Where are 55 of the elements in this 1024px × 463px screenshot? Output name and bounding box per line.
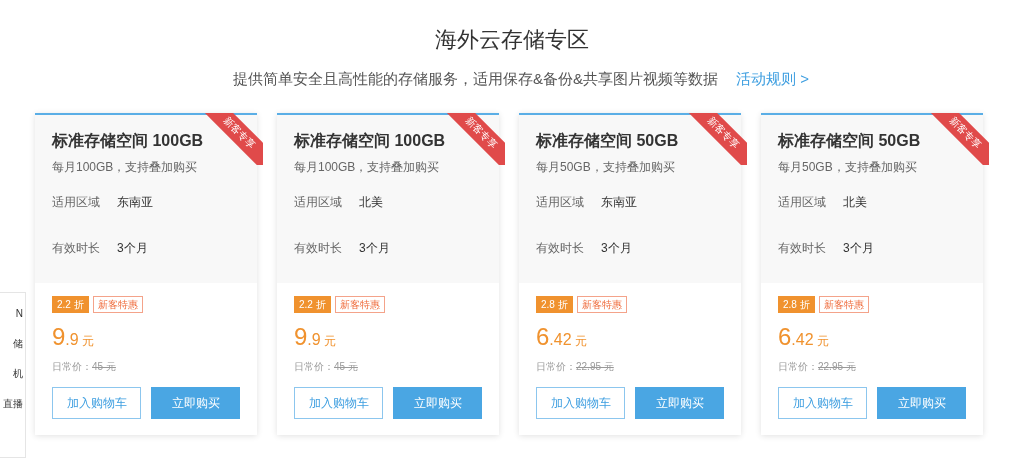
regular-price: 22.95 元 — [576, 359, 614, 374]
section-title: 海外云存储专区 — [435, 26, 589, 54]
regular-price-label: 日常价： — [778, 359, 818, 374]
spec-label: 有效时长 — [294, 239, 342, 256]
add-to-cart-button[interactable]: 加入购物车 — [294, 386, 383, 419]
section-subtitle: 提供简单安全且高性能的存储服务，适用保存&备份&共享图片视频等数据 — [233, 69, 719, 89]
price: 9.9 元 — [52, 322, 94, 352]
add-to-cart-button[interactable]: 加入购物车 — [536, 386, 625, 419]
price: 6.42 元 — [536, 322, 587, 352]
spec-label: 有效时长 — [52, 239, 100, 256]
product-description: 每月50GB，支持叠加购买 — [536, 158, 676, 176]
regular-price-label: 日常价： — [536, 359, 576, 374]
spec-label: 适用区域 — [778, 193, 826, 210]
spec-label: 适用区域 — [52, 193, 100, 210]
price: 9.9 元 — [294, 322, 336, 352]
buy-now-button[interactable]: 立即购买 — [393, 386, 482, 419]
promo-tag: 新客特惠 — [334, 295, 385, 313]
product-description: 每月50GB，支持叠加购买 — [778, 158, 918, 176]
spec-label: 有效时长 — [778, 239, 826, 256]
rules-link[interactable]: 活动规则 > — [736, 68, 809, 91]
buy-now-button[interactable]: 立即购买 — [635, 386, 724, 419]
product-description: 每月100GB，支持叠加购买 — [52, 158, 199, 176]
buy-now-button[interactable]: 立即购买 — [151, 386, 240, 419]
side-menu-item[interactable]: N — [15, 306, 23, 322]
product-description: 每月100GB，支持叠加购买 — [294, 158, 441, 176]
spec-value: 3个月 — [117, 239, 148, 256]
spec-value: 3个月 — [601, 239, 632, 256]
regular-price: 45 元 — [92, 359, 116, 374]
regular-price-label: 日常价： — [294, 359, 334, 374]
side-menu-item[interactable]: 机 — [13, 366, 23, 382]
side-menu-item[interactable]: 直播 — [3, 396, 23, 412]
spec-value: 东南亚 — [117, 193, 153, 210]
spec-value: 北美 — [359, 193, 383, 210]
price: 6.42 元 — [778, 322, 829, 352]
spec-label: 有效时长 — [536, 239, 584, 256]
promo-tag: 新客特惠 — [92, 295, 143, 313]
discount-badge: 2.8 折 — [778, 295, 815, 313]
spec-value: 3个月 — [843, 239, 874, 256]
regular-price: 22.95 元 — [818, 359, 856, 374]
side-menu-item[interactable]: 储 — [13, 336, 23, 352]
promo-tag: 新客特惠 — [576, 295, 627, 313]
spec-label: 适用区域 — [536, 193, 584, 210]
add-to-cart-button[interactable]: 加入购物车 — [52, 386, 141, 419]
spec-value: 北美 — [843, 193, 867, 210]
regular-price: 45 元 — [334, 359, 358, 374]
buy-now-button[interactable]: 立即购买 — [877, 386, 966, 419]
discount-badge: 2.8 折 — [536, 295, 573, 313]
discount-badge: 2.2 折 — [52, 295, 89, 313]
spec-label: 适用区域 — [294, 193, 342, 210]
spec-value: 东南亚 — [601, 193, 637, 210]
discount-badge: 2.2 折 — [294, 295, 331, 313]
regular-price-label: 日常价： — [52, 359, 92, 374]
add-to-cart-button[interactable]: 加入购物车 — [778, 386, 867, 419]
spec-value: 3个月 — [359, 239, 390, 256]
promo-tag: 新客特惠 — [818, 295, 869, 313]
